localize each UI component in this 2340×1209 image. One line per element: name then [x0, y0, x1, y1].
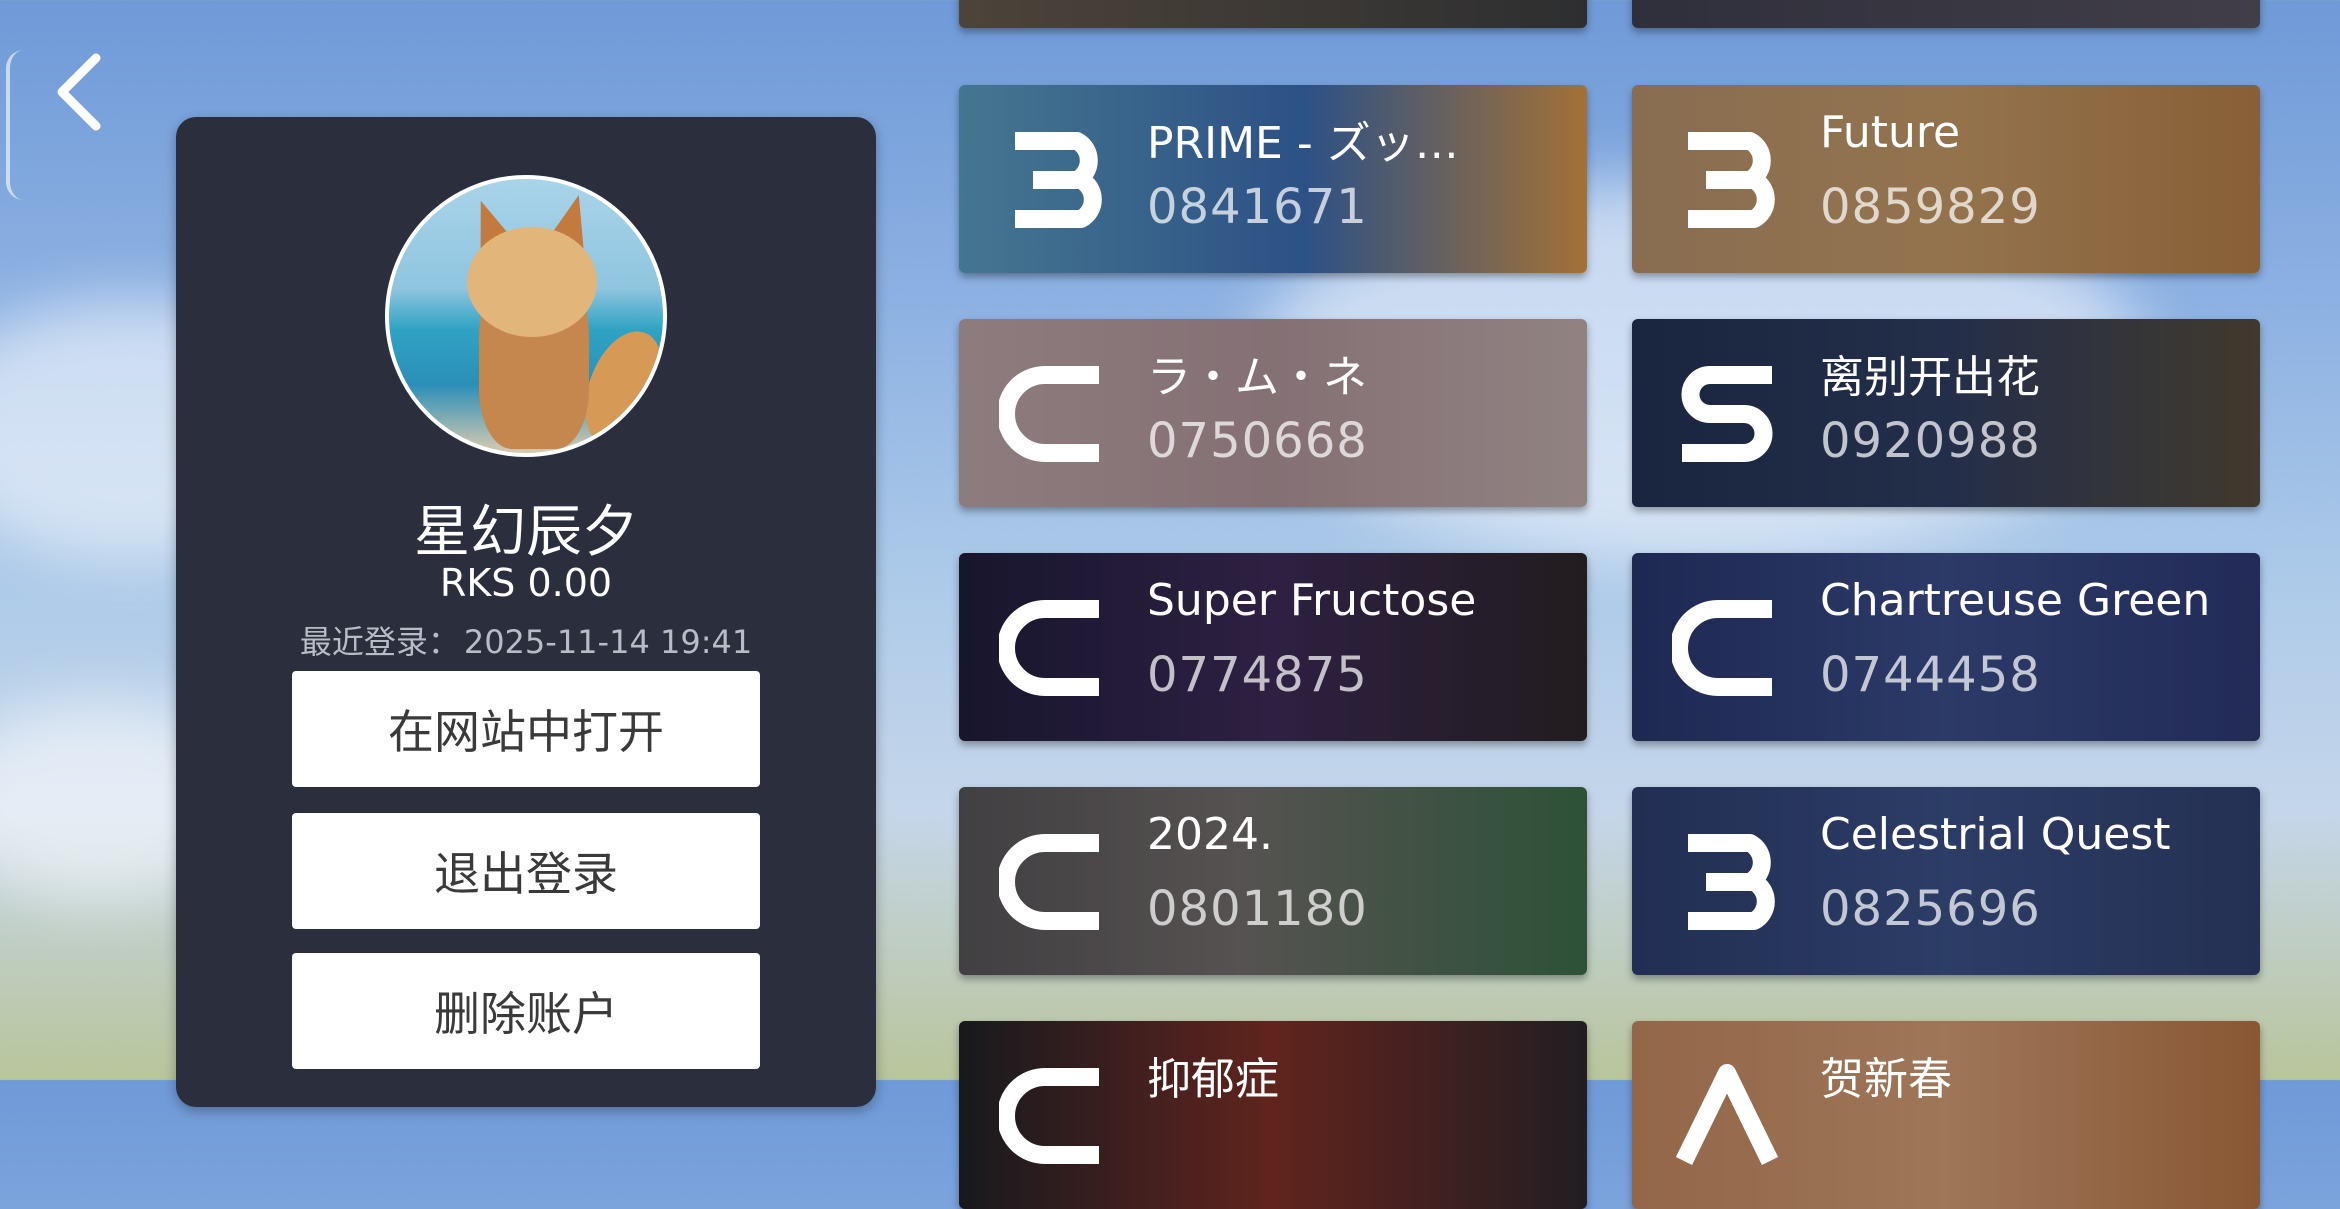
- record-title: 2024.: [1147, 809, 1273, 860]
- record-card[interactable]: Chartreuse Green 0744458: [1632, 553, 2260, 741]
- grade-c-icon: [999, 834, 1099, 930]
- record-card[interactable]: 2024. 0801180: [959, 787, 1587, 975]
- record-score: 0859829: [1820, 179, 2041, 235]
- record-title: 离别开出花: [1820, 352, 2040, 403]
- grade-c-icon: [1672, 600, 1772, 696]
- record-score: 0825696: [1820, 881, 2041, 937]
- record-title: Future: [1820, 107, 1961, 158]
- record-title: PRIME - ズッ…: [1147, 118, 1459, 169]
- record-card[interactable]: ラ・ム・ネ 0750668: [959, 319, 1587, 507]
- grade-b-icon: [1688, 132, 1775, 228]
- last-login-label: 最近登录：: [299, 623, 460, 661]
- rks-value: RKS 0.00: [439, 561, 613, 605]
- record-title: 贺新春: [1820, 1054, 1952, 1105]
- record-card[interactable]: Super Fructose 0774875: [959, 553, 1587, 741]
- grade-c-icon: [999, 366, 1099, 462]
- edge-swipe-indicator: [6, 50, 24, 200]
- record-card[interactable]: PRIME - ズッ… 0841671: [959, 85, 1587, 273]
- record-card[interactable]: Celestrial Quest 0825696: [1632, 787, 2260, 975]
- avatar[interactable]: [385, 175, 667, 457]
- record-card[interactable]: 贺新春: [1632, 1021, 2260, 1209]
- last-login: 最近登录： 2025-11-14 19:41: [176, 617, 876, 663]
- record-title: Super Fructose: [1147, 575, 1477, 626]
- grade-b-icon: [1688, 834, 1775, 930]
- record-card[interactable]: 离别开出花 0920988: [1632, 319, 2260, 507]
- record-score: 0744458: [1820, 647, 2041, 703]
- record-score: 0750668: [1147, 413, 1368, 469]
- record-title: Chartreuse Green: [1820, 575, 2211, 626]
- logout-button[interactable]: 退出登录: [292, 813, 760, 929]
- username: 星幻辰夕: [414, 500, 638, 565]
- open-in-website-button[interactable]: 在网站中打开: [292, 671, 760, 787]
- record-title: 抑郁症: [1147, 1054, 1279, 1105]
- back-button[interactable]: [52, 52, 112, 132]
- record-card[interactable]: [959, 0, 1587, 28]
- record-card[interactable]: [1632, 0, 2260, 28]
- record-title: ラ・ム・ネ: [1147, 352, 1367, 403]
- grade-c-icon: [999, 600, 1099, 696]
- chevron-left-icon: [57, 53, 101, 131]
- record-card[interactable]: Future 0859829: [1632, 85, 2260, 273]
- record-title: Celestrial Quest: [1820, 809, 2171, 860]
- record-score: 0920988: [1820, 413, 2041, 469]
- last-login-value: 2025-11-14 19:41: [463, 623, 753, 661]
- delete-account-button[interactable]: 删除账户: [292, 953, 760, 1069]
- record-score: 0801180: [1147, 881, 1368, 937]
- grade-s-icon: [1681, 366, 1773, 462]
- grade-a-icon: [1675, 1064, 1779, 1165]
- grade-b-icon: [1015, 132, 1102, 228]
- profile-panel: 星幻辰夕 RKS 0.00 最近登录： 2025-11-14 19:41 在网站中…: [176, 117, 876, 1107]
- grade-c-icon: [999, 1068, 1099, 1164]
- record-card[interactable]: 抑郁症: [959, 1021, 1587, 1209]
- record-score: 0774875: [1147, 647, 1368, 703]
- record-score: 0841671: [1147, 179, 1368, 235]
